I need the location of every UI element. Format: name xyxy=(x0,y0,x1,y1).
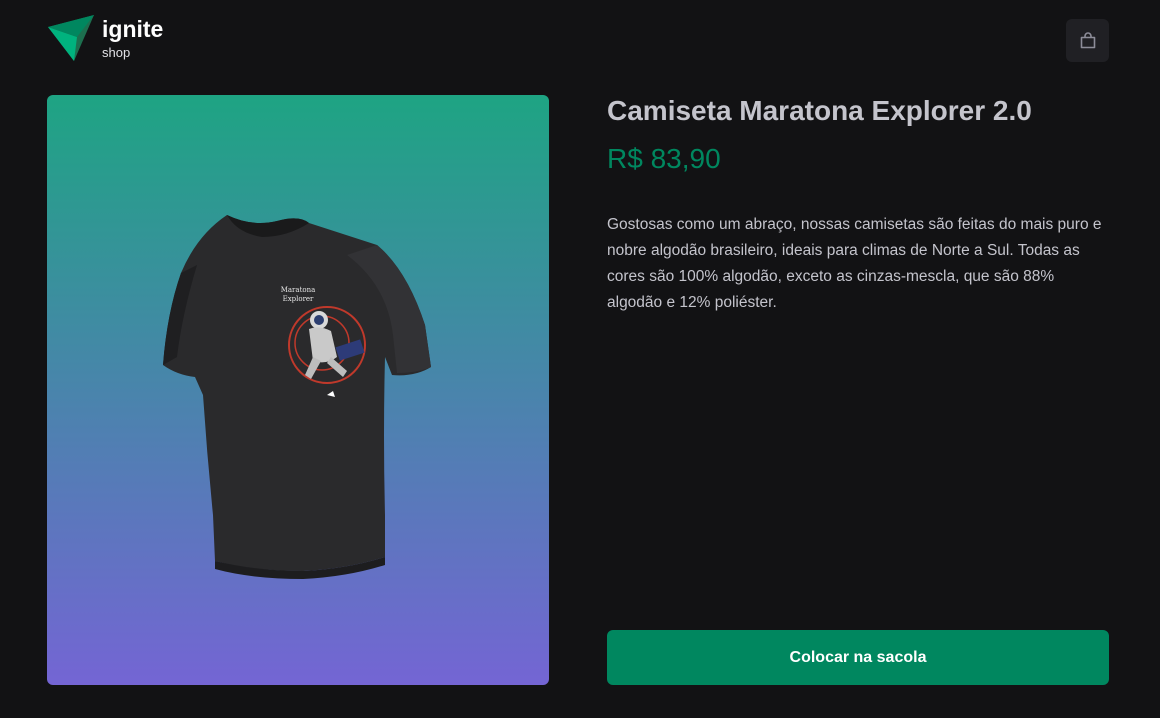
shirt-print-line2: Explorer xyxy=(283,295,314,303)
logo-name: ignite xyxy=(102,16,164,42)
tshirt-image: Maratona Explorer xyxy=(163,215,431,579)
shopping-bag-icon xyxy=(1080,31,1095,48)
add-to-bag-button[interactable]: Colocar na sacola xyxy=(607,630,1109,685)
logo-subtitle: shop xyxy=(102,45,131,60)
product-title: Camiseta Maratona Explorer 2.0 xyxy=(607,95,1032,126)
header: ignite shop xyxy=(47,15,1109,63)
product-description: Gostosas como um abraço, nossas camiseta… xyxy=(607,216,1102,311)
ignite-logo-icon xyxy=(48,15,94,61)
product-image: Maratona Explorer xyxy=(47,95,549,685)
logo[interactable]: ignite shop xyxy=(47,15,177,63)
product-details: Camiseta Maratona Explorer 2.0 R$ 83,90 … xyxy=(607,95,1109,685)
shirt-print-line1: Maratona xyxy=(281,286,316,294)
product-price: R$ 83,90 xyxy=(607,143,721,174)
cart-button[interactable] xyxy=(1066,19,1109,62)
